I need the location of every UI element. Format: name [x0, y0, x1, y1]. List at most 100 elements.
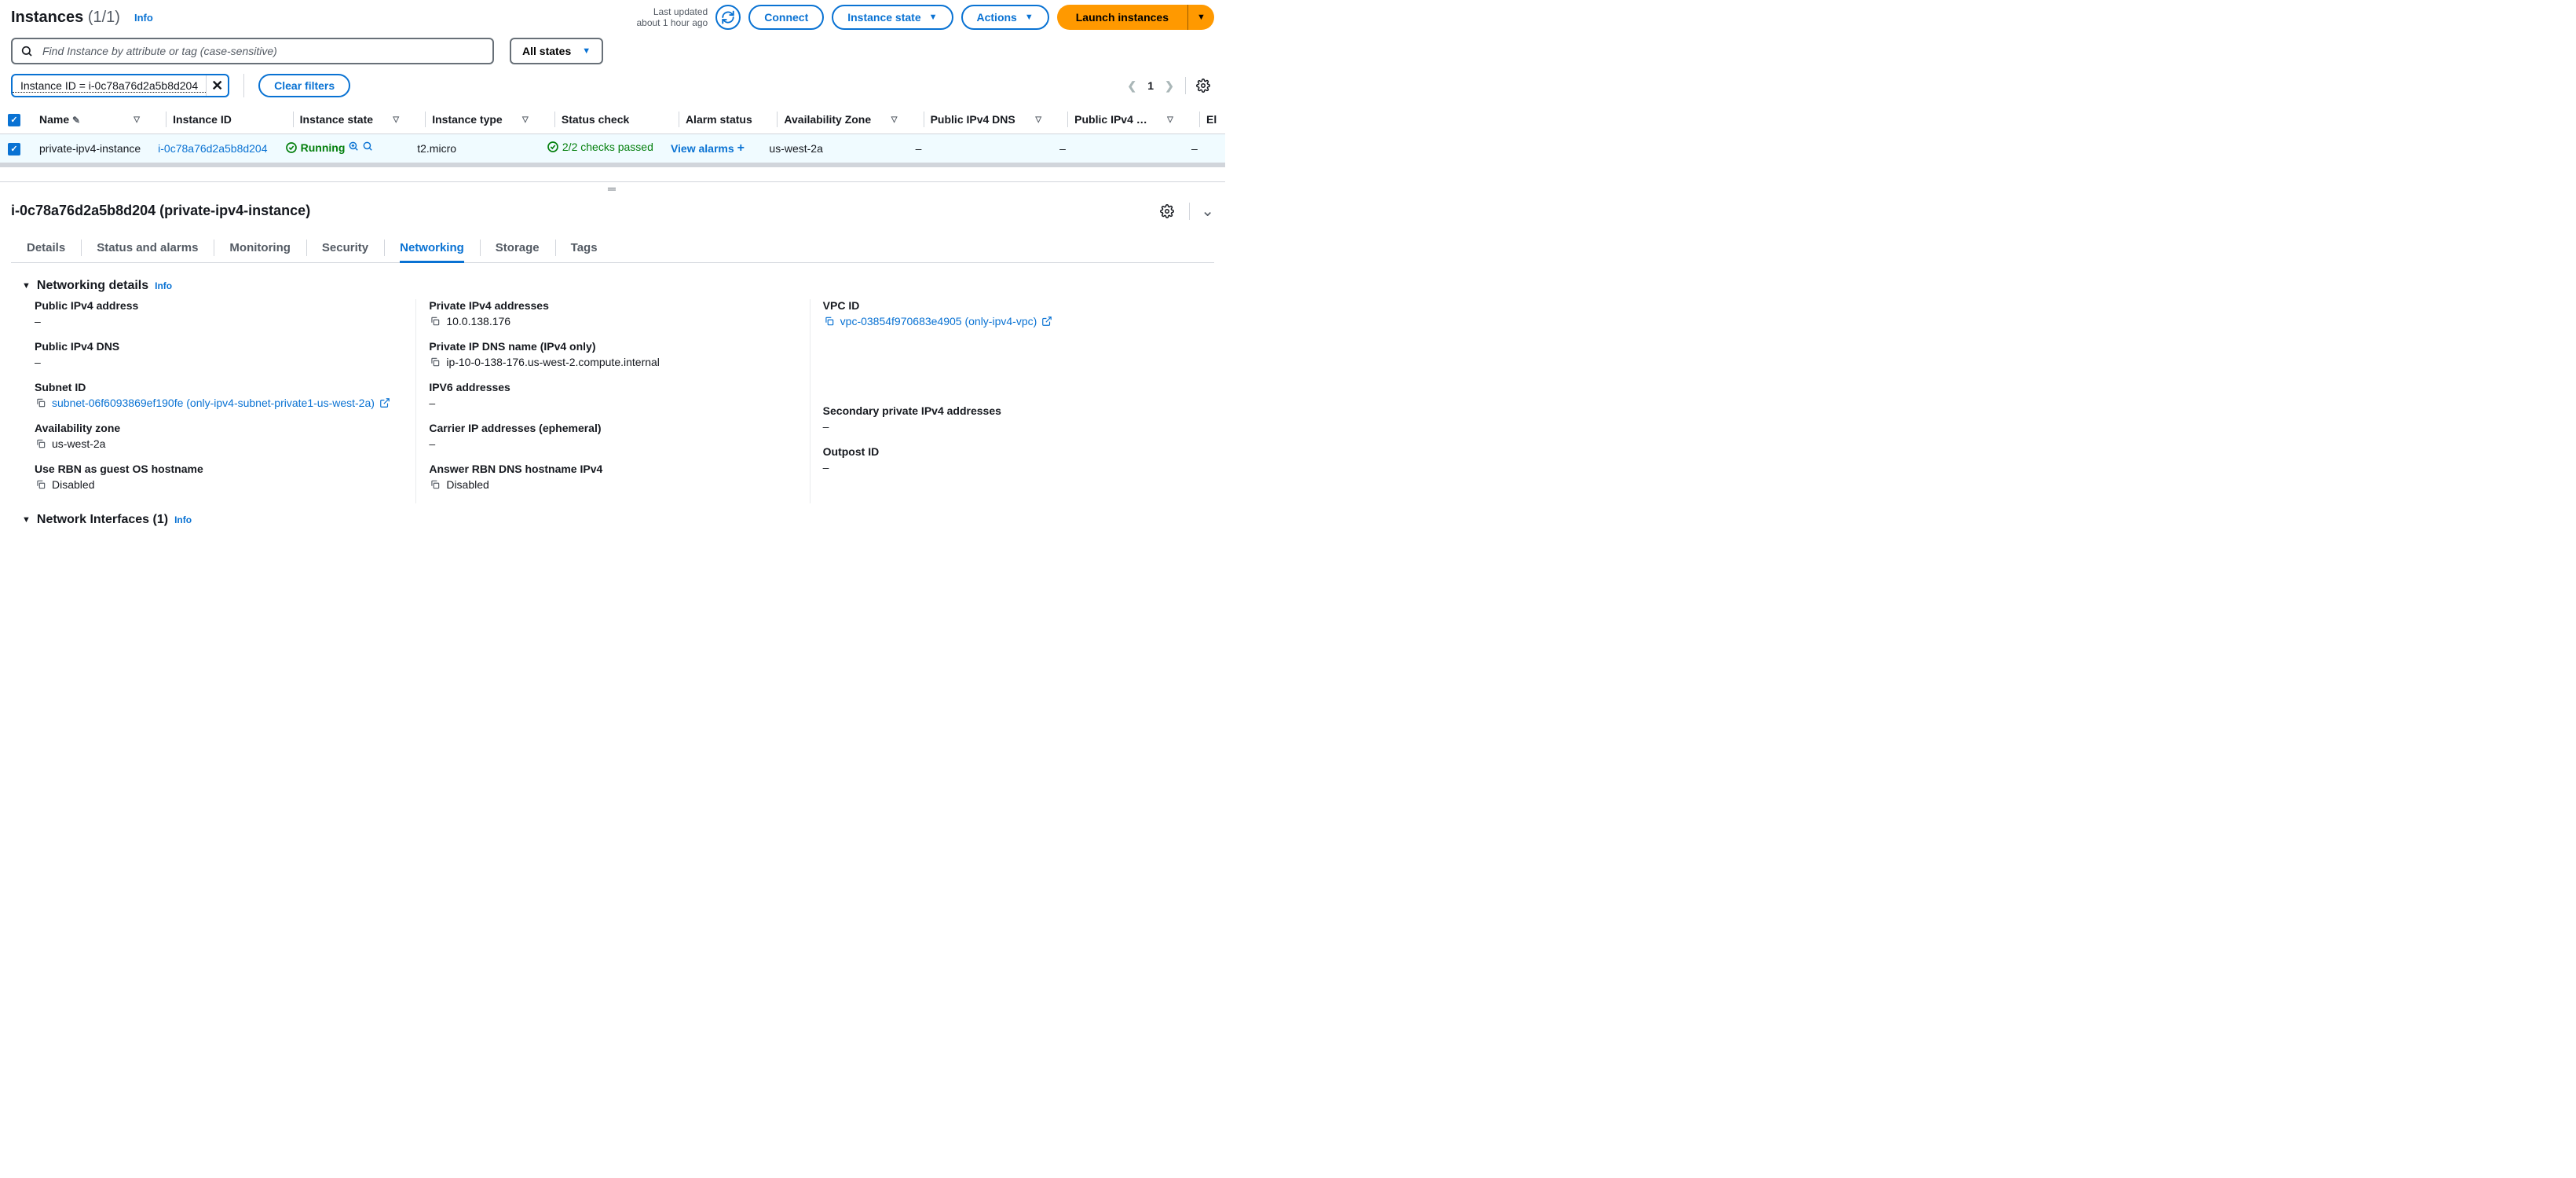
tab-monitoring[interactable]: Monitoring — [229, 233, 290, 262]
divider — [1185, 77, 1186, 94]
cell-instance-id[interactable]: i-0c78a76d2a5b8d204 — [158, 142, 267, 155]
collapse-networking-details[interactable]: ▼ — [22, 281, 31, 291]
collapse-details-button[interactable]: ⌄ — [1201, 201, 1214, 221]
sort-icon[interactable]: ▽ — [1033, 115, 1044, 124]
refresh-button[interactable] — [715, 5, 741, 30]
states-filter-dropdown[interactable]: All states ▼ — [510, 38, 603, 64]
cell-name: private-ipv4-instance — [31, 134, 150, 165]
copy-rbn[interactable] — [35, 478, 47, 491]
state-details-icon[interactable] — [348, 141, 359, 154]
pager-prev[interactable]: ❮ — [1122, 76, 1141, 95]
section-title-networking: Networking details — [37, 279, 148, 293]
divider — [243, 74, 244, 97]
copy-subnet-id[interactable] — [35, 397, 47, 409]
gear-icon — [1196, 79, 1210, 93]
filter-chip-remove[interactable]: ✕ — [206, 75, 228, 96]
copy-icon — [430, 357, 441, 368]
table-row[interactable]: ✓ private-ipv4-instance i-0c78a76d2a5b8d… — [0, 134, 1225, 165]
launch-instances-more-button[interactable]: ▼ — [1187, 5, 1214, 30]
section-info-link-ni[interactable]: Info — [174, 514, 192, 525]
copy-answer-rbn[interactable] — [429, 478, 441, 491]
select-all-checkbox[interactable]: ✓ — [8, 114, 20, 126]
copy-az[interactable] — [35, 437, 47, 450]
vpc-id-link[interactable]: vpc-03854f970683e4905 (only-ipv4-vpc) — [840, 315, 1037, 327]
col-instance-id[interactable]: Instance ID — [150, 105, 276, 134]
copy-icon — [35, 438, 46, 449]
sort-icon[interactable]: ▽ — [390, 115, 401, 124]
pager-next[interactable]: ❯ — [1160, 76, 1179, 95]
columns-settings-button[interactable] — [1192, 75, 1214, 97]
open-vpc-external[interactable] — [1041, 316, 1052, 327]
col-instance-type[interactable]: Instance type▽ — [409, 105, 539, 134]
launch-instances-button[interactable]: Launch instances — [1057, 5, 1187, 30]
external-link-icon — [1041, 316, 1052, 327]
sort-icon[interactable]: ▽ — [520, 115, 531, 124]
col-name[interactable]: Name ✎ ▽ — [31, 105, 150, 134]
open-subnet-external[interactable] — [379, 397, 390, 408]
col-alarm-status[interactable]: Alarm status — [663, 105, 761, 134]
label-rbn: Use RBN as guest OS hostname — [35, 463, 403, 475]
search-icon — [20, 45, 33, 57]
tab-status-alarms[interactable]: Status and alarms — [97, 233, 198, 262]
label-carrier-ip: Carrier IP addresses (ephemeral) — [429, 422, 796, 434]
edit-name-icon[interactable]: ✎ — [72, 115, 80, 126]
search-box[interactable] — [11, 38, 494, 64]
col-status-check[interactable]: Status check — [539, 105, 663, 134]
value-ipv6: – — [429, 397, 796, 409]
label-secondary-ip: Secondary private IPv4 addresses — [823, 404, 1191, 417]
details-tabs: Details Status and alarms Monitoring Sec… — [11, 233, 1214, 263]
value-private-ipv4: 10.0.138.176 — [446, 315, 510, 327]
caret-down-icon: ▼ — [1025, 13, 1034, 22]
filter-chip-text: Instance ID = i-0c78a76d2a5b8d204 — [13, 79, 206, 93]
clear-filters-button[interactable]: Clear filters — [258, 74, 350, 97]
label-subnet-id: Subnet ID — [35, 381, 403, 393]
tab-tags[interactable]: Tags — [571, 233, 598, 262]
row-checkbox[interactable]: ✓ — [8, 143, 20, 155]
caret-down-icon: ▼ — [1197, 13, 1206, 22]
actions-button[interactable]: Actions ▼ — [961, 5, 1049, 30]
details-title: i-0c78a76d2a5b8d204 (private-ipv4-instan… — [11, 203, 310, 219]
page-info-link[interactable]: Info — [134, 12, 153, 24]
value-rbn: Disabled — [52, 478, 94, 491]
label-public-ipv4: Public IPv4 address — [35, 299, 403, 312]
state-zoom-icon[interactable] — [362, 141, 373, 154]
view-alarms-link[interactable]: View alarms + — [671, 141, 745, 155]
refresh-icon — [721, 10, 735, 24]
external-link-icon — [379, 397, 390, 408]
tab-networking[interactable]: Networking — [400, 233, 464, 262]
pager-current: 1 — [1147, 79, 1154, 92]
value-az: us-west-2a — [52, 437, 105, 450]
collapse-network-interfaces[interactable]: ▼ — [22, 515, 31, 525]
label-outpost-id: Outpost ID — [823, 445, 1191, 458]
sort-icon[interactable]: ▽ — [1165, 115, 1176, 124]
col-instance-state[interactable]: Instance state▽ — [277, 105, 410, 134]
label-public-ipv4-dns: Public IPv4 DNS — [35, 340, 403, 353]
add-alarm-plus[interactable]: + — [737, 141, 745, 155]
status-ok-icon — [285, 141, 298, 154]
subnet-id-link[interactable]: subnet-06f6093869ef190fe (only-ipv4-subn… — [52, 397, 375, 409]
split-handle[interactable]: ═ — [0, 181, 1225, 196]
copy-icon — [35, 479, 46, 490]
connect-button[interactable]: Connect — [748, 5, 824, 30]
col-az[interactable]: Availability Zone▽ — [761, 105, 907, 134]
cell-state: Running — [285, 141, 374, 154]
search-input[interactable] — [41, 44, 485, 58]
filter-chip-instance-id[interactable]: Instance ID = i-0c78a76d2a5b8d204 ✕ — [11, 74, 229, 97]
cell-public-dns: – — [908, 134, 1052, 165]
sort-icon[interactable]: ▽ — [131, 115, 142, 124]
sort-icon[interactable]: ▽ — [889, 115, 900, 124]
col-elastic-ip[interactable]: El — [1184, 105, 1225, 134]
copy-private-ipv4[interactable] — [429, 315, 441, 327]
tab-storage[interactable]: Storage — [496, 233, 540, 262]
tab-security[interactable]: Security — [322, 233, 368, 262]
section-info-link[interactable]: Info — [155, 280, 172, 291]
details-settings-button[interactable] — [1156, 200, 1178, 222]
tab-details[interactable]: Details — [27, 233, 65, 262]
copy-vpc-id[interactable] — [823, 315, 836, 327]
instances-table: ✓ Name ✎ ▽ Instance ID Instance state▽ I… — [0, 105, 1225, 167]
instance-state-button[interactable]: Instance state ▼ — [832, 5, 953, 30]
col-public-ip[interactable]: Public IPv4 …▽ — [1052, 105, 1184, 134]
copy-private-dns[interactable] — [429, 356, 441, 368]
col-public-dns[interactable]: Public IPv4 DNS▽ — [908, 105, 1052, 134]
label-answer-rbn: Answer RBN DNS hostname IPv4 — [429, 463, 796, 475]
